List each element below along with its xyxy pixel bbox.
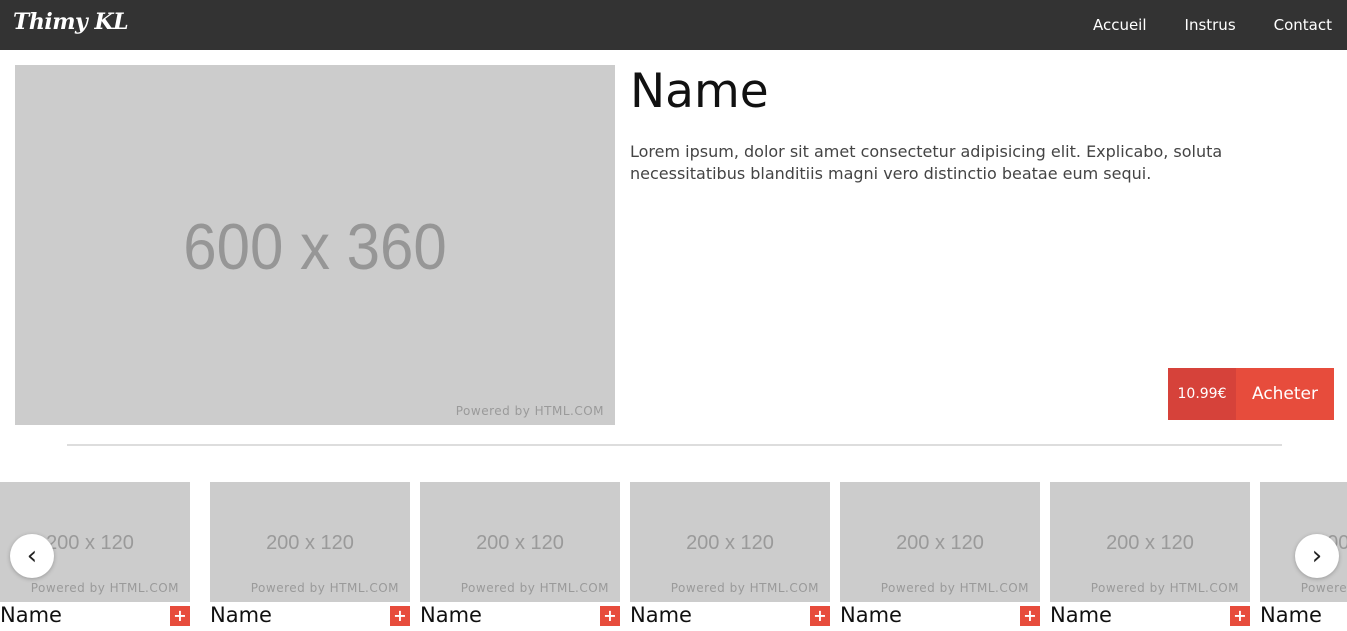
card-thumbnail: 200 x 120 Powered by HTML.COM <box>840 482 1040 602</box>
add-to-cart-button[interactable]: + <box>390 606 410 626</box>
buy-button[interactable]: Acheter <box>1236 368 1334 420</box>
featured-title: Name <box>630 64 769 119</box>
featured-image-powered-text: Powered by HTML.COM <box>455 404 604 418</box>
add-to-cart-button[interactable]: + <box>1020 606 1040 626</box>
thumbnail-powered-text: Powered by HTML.COM <box>670 581 819 595</box>
card-name: Name <box>840 603 902 627</box>
card-thumbnail: 200 x 120 Powered by HTML.COM <box>420 482 620 602</box>
card-name: Name <box>1050 603 1112 627</box>
thumbnail-powered-text: Powered by HTML.COM <box>30 581 179 595</box>
thumbnail-placeholder-text: 200 x 120 <box>1106 532 1194 554</box>
thumbnail-placeholder-text: 200 x 120 <box>896 532 984 554</box>
thumbnail-powered-text: Powered by HTML.COM <box>1090 581 1239 595</box>
thumbnail-placeholder-text: 200 x 120 <box>686 532 774 554</box>
card-name: Name <box>210 603 272 627</box>
carousel-prev-button[interactable]: ‹ <box>10 534 54 578</box>
thumbnail-placeholder-text: 200 x 120 <box>476 532 564 554</box>
add-to-cart-button[interactable]: + <box>170 606 190 626</box>
price-tag: 10.99€ <box>1168 368 1236 420</box>
top-navbar: Thimy KL Accueil Instrus Contact <box>0 0 1347 50</box>
nav-link-accueil[interactable]: Accueil <box>1093 16 1147 34</box>
nav-links: Accueil Instrus Contact <box>1055 0 1332 50</box>
carousel-next-button[interactable]: › <box>1295 534 1339 578</box>
section-divider <box>67 444 1282 446</box>
card-name: Name <box>630 603 692 627</box>
nav-link-instrus[interactable]: Instrus <box>1185 16 1236 34</box>
add-to-cart-button[interactable]: + <box>600 606 620 626</box>
add-to-cart-button[interactable]: + <box>1230 606 1250 626</box>
thumbnail-powered-text: Powered by HTML.COM <box>1300 581 1347 595</box>
card-thumbnail: 200 x 120 Powered by HTML.COM <box>1050 482 1250 602</box>
thumbnail-placeholder-text: 200 x 120 <box>266 532 354 554</box>
card-name: Name <box>420 603 482 627</box>
carousel-card[interactable]: 200 x 120 Powered by HTML.COM Name + <box>630 482 830 631</box>
card-thumbnail: 200 x 120 Powered by HTML.COM <box>210 482 410 602</box>
product-carousel: 200 x 120 Powered by HTML.COM Name + 200… <box>0 482 1347 631</box>
buy-group: 10.99€ Acheter <box>1168 368 1334 420</box>
chevron-right-icon: › <box>1311 541 1323 571</box>
featured-image: 600 x 360 Powered by HTML.COM <box>15 65 615 425</box>
nav-link-contact[interactable]: Contact <box>1274 16 1332 34</box>
thumbnail-powered-text: Powered by HTML.COM <box>460 581 609 595</box>
carousel-card[interactable]: 200 x 120 Powered by HTML.COM Name + <box>420 482 620 631</box>
add-to-cart-button[interactable]: + <box>810 606 830 626</box>
card-thumbnail: 200 x 120 Powered by HTML.COM <box>630 482 830 602</box>
card-name: Name <box>1260 603 1322 627</box>
featured-image-placeholder-text: 600 x 360 <box>183 210 447 284</box>
card-name: Name <box>0 603 62 627</box>
thumbnail-powered-text: Powered by HTML.COM <box>880 581 1029 595</box>
chevron-left-icon: ‹ <box>26 541 38 571</box>
carousel-card[interactable]: 200 x 120 Powered by HTML.COM Name + <box>840 482 1040 631</box>
carousel-card[interactable]: 200 x 120 Powered by HTML.COM Name + <box>210 482 410 631</box>
featured-description: Lorem ipsum, dolor sit amet consectetur … <box>630 142 1223 183</box>
brand-logo[interactable]: Thimy KL <box>13 9 129 35</box>
carousel-card[interactable]: 200 x 120 Powered by HTML.COM Name + <box>1050 482 1250 631</box>
thumbnail-powered-text: Powered by HTML.COM <box>250 581 399 595</box>
